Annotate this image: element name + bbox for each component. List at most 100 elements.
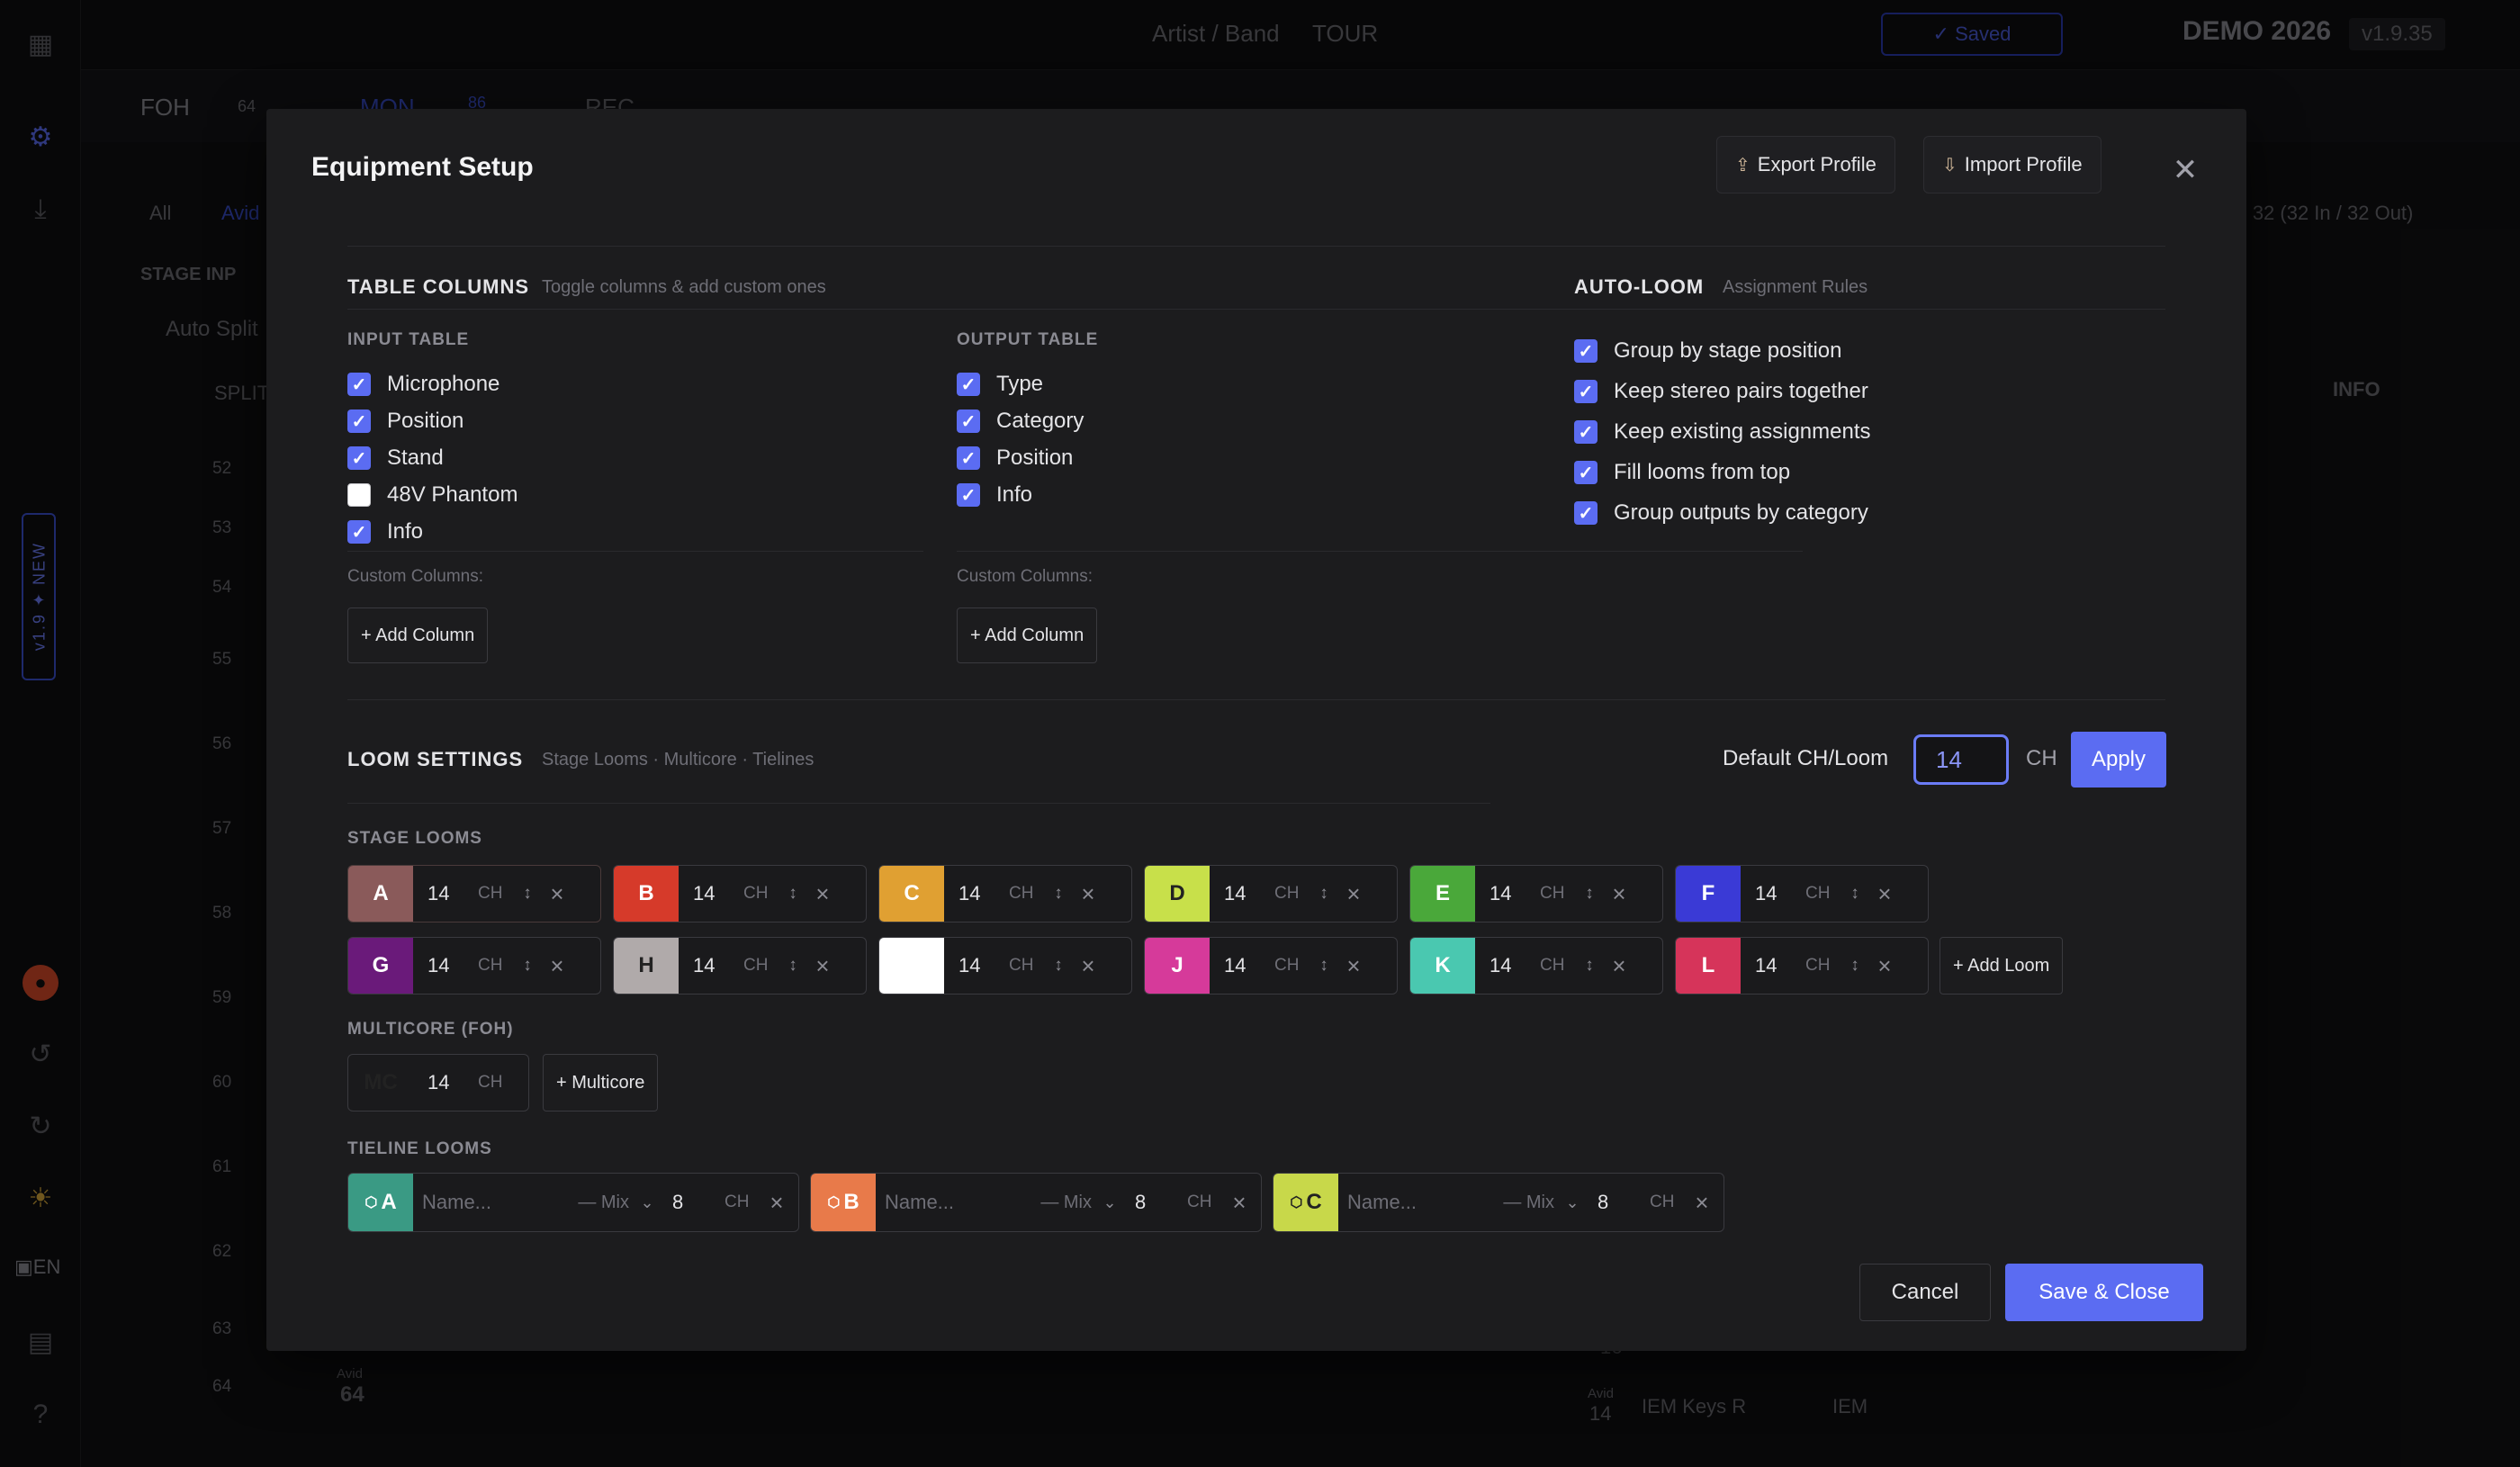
- stage-loom-c[interactable]: C 14 CH ↕ ×: [878, 865, 1132, 922]
- input-column-microphone[interactable]: ✓ Microphone: [347, 370, 500, 399]
- checkbox-checked-icon[interactable]: ✓: [1574, 380, 1598, 403]
- checkbox-checked-icon[interactable]: ✓: [347, 520, 371, 544]
- reorder-icon[interactable]: ↕: [1310, 884, 1337, 904]
- checkbox-checked-icon[interactable]: ✓: [347, 373, 371, 396]
- close-icon[interactable]: ✕: [2167, 152, 2203, 188]
- remove-loom-icon[interactable]: ×: [1603, 952, 1635, 980]
- loom-ch-input[interactable]: 14: [1224, 954, 1274, 977]
- tieline-mix-select[interactable]: — Mix: [1464, 1192, 1554, 1213]
- loom-color-swatch[interactable]: G: [348, 938, 413, 994]
- loom-ch-input[interactable]: 14: [1224, 882, 1274, 905]
- loom-ch-input[interactable]: 14: [1755, 954, 1805, 977]
- loom-ch-input[interactable]: 14: [693, 954, 743, 977]
- loom-color-swatch[interactable]: K: [1410, 938, 1475, 994]
- rule-group-by-stage[interactable]: ✓ Group by stage position: [1574, 337, 1842, 365]
- loom-ch-input[interactable]: 14: [428, 882, 478, 905]
- remove-loom-icon[interactable]: ×: [1868, 952, 1901, 980]
- rule-stereo-pairs[interactable]: ✓ Keep stereo pairs together: [1574, 377, 1868, 406]
- loom-color-swatch[interactable]: [879, 938, 944, 994]
- save-close-button[interactable]: Save & Close: [2005, 1264, 2203, 1321]
- loom-color-swatch[interactable]: H: [614, 938, 679, 994]
- loom-color-swatch[interactable]: J: [1145, 938, 1210, 994]
- output-column-type[interactable]: ✓ Type: [957, 370, 1043, 399]
- checkbox-checked-icon[interactable]: ✓: [1574, 501, 1598, 525]
- stage-loom-h[interactable]: H 14 CH ↕ ×: [613, 937, 867, 994]
- chevron-down-icon[interactable]: ⌄: [629, 1193, 665, 1212]
- loom-color-swatch[interactable]: D: [1145, 866, 1210, 922]
- tieline-mix-select[interactable]: — Mix: [539, 1192, 629, 1213]
- reorder-icon[interactable]: ↕: [514, 884, 541, 904]
- cancel-button[interactable]: Cancel: [1859, 1264, 1991, 1321]
- loom-ch-input[interactable]: 14: [1490, 954, 1540, 977]
- add-loom-button[interactable]: + Add Loom: [1940, 937, 2064, 994]
- checkbox-checked-icon[interactable]: ✓: [1574, 339, 1598, 363]
- rule-fill-from-top[interactable]: ✓ Fill looms from top: [1574, 458, 1790, 487]
- reorder-icon[interactable]: ↕: [1576, 956, 1603, 976]
- tieline-loom-c[interactable]: ⬡ C Name... — Mix ⌄ 8 CH ×: [1273, 1173, 1724, 1232]
- reorder-icon[interactable]: ↕: [514, 956, 541, 976]
- input-column-position[interactable]: ✓ Position: [347, 407, 464, 436]
- reorder-icon[interactable]: ↕: [779, 956, 806, 976]
- output-column-category[interactable]: ✓ Category: [957, 407, 1084, 436]
- input-column-info[interactable]: ✓ Info: [347, 518, 423, 546]
- stage-loom-b[interactable]: B 14 CH ↕ ×: [613, 865, 867, 922]
- checkbox-checked-icon[interactable]: ✓: [957, 410, 980, 433]
- remove-loom-icon[interactable]: ×: [1337, 952, 1370, 980]
- loom-ch-input[interactable]: 14: [1755, 882, 1805, 905]
- input-column-phantom[interactable]: 48V Phantom: [347, 481, 518, 509]
- chevron-down-icon[interactable]: ⌄: [1554, 1193, 1590, 1212]
- remove-tieline-icon[interactable]: ×: [1686, 1189, 1718, 1217]
- loom-ch-input[interactable]: 14: [958, 882, 1009, 905]
- checkbox-checked-icon[interactable]: ✓: [957, 373, 980, 396]
- export-profile-button[interactable]: ⇪ Export Profile: [1716, 136, 1895, 194]
- apply-button[interactable]: Apply: [2071, 732, 2166, 788]
- output-column-info[interactable]: ✓ Info: [957, 481, 1032, 509]
- checkbox-unchecked-icon[interactable]: [347, 483, 371, 507]
- stage-loom-blank[interactable]: 14 CH ↕ ×: [878, 937, 1132, 994]
- loom-color-swatch[interactable]: E: [1410, 866, 1475, 922]
- checkbox-checked-icon[interactable]: ✓: [347, 446, 371, 470]
- rule-group-outputs[interactable]: ✓ Group outputs by category: [1574, 499, 1868, 527]
- reorder-icon[interactable]: ↕: [779, 884, 806, 904]
- remove-loom-icon[interactable]: ×: [806, 952, 839, 980]
- reorder-icon[interactable]: ↕: [1576, 884, 1603, 904]
- loom-ch-input[interactable]: 14: [428, 954, 478, 977]
- stage-loom-k[interactable]: K 14 CH ↕ ×: [1409, 937, 1663, 994]
- tieline-color-swatch[interactable]: ⬡ B: [811, 1174, 876, 1231]
- reorder-icon[interactable]: ↕: [1045, 956, 1072, 976]
- chevron-down-icon[interactable]: ⌄: [1092, 1193, 1128, 1212]
- tieline-ch-input[interactable]: 8: [1590, 1191, 1650, 1214]
- checkbox-checked-icon[interactable]: ✓: [1574, 420, 1598, 444]
- multicore-swatch[interactable]: MC: [348, 1055, 413, 1111]
- remove-loom-icon[interactable]: ×: [1337, 880, 1370, 908]
- add-input-column-button[interactable]: + Add Column: [347, 608, 489, 663]
- loom-color-swatch[interactable]: A: [348, 866, 413, 922]
- tieline-mix-select[interactable]: — Mix: [1002, 1192, 1092, 1213]
- stage-loom-a[interactable]: A 14 CH ↕ ×: [347, 865, 601, 922]
- reorder-icon[interactable]: ↕: [1045, 884, 1072, 904]
- import-profile-button[interactable]: ⇩ Import Profile: [1923, 136, 2102, 194]
- remove-tieline-icon[interactable]: ×: [760, 1189, 793, 1217]
- tieline-loom-b[interactable]: ⬡ B Name... — Mix ⌄ 8 CH ×: [810, 1173, 1262, 1232]
- multicore-loom[interactable]: MC 14 CH: [347, 1054, 529, 1112]
- add-multicore-button[interactable]: + Multicore: [543, 1054, 659, 1112]
- checkbox-checked-icon[interactable]: ✓: [957, 483, 980, 507]
- remove-loom-icon[interactable]: ×: [541, 952, 573, 980]
- stage-loom-e[interactable]: E 14 CH ↕ ×: [1409, 865, 1663, 922]
- loom-color-swatch[interactable]: B: [614, 866, 679, 922]
- output-column-position[interactable]: ✓ Position: [957, 444, 1073, 472]
- loom-color-swatch[interactable]: F: [1676, 866, 1741, 922]
- reorder-icon[interactable]: ↕: [1310, 956, 1337, 976]
- tieline-loom-a[interactable]: ⬡ A Name... — Mix ⌄ 8 CH ×: [347, 1173, 799, 1232]
- stage-loom-l[interactable]: L 14 CH ↕ ×: [1675, 937, 1929, 994]
- tieline-ch-input[interactable]: 8: [1128, 1191, 1187, 1214]
- remove-loom-icon[interactable]: ×: [1072, 952, 1104, 980]
- add-output-column-button[interactable]: + Add Column: [957, 608, 1098, 663]
- remove-loom-icon[interactable]: ×: [1072, 880, 1104, 908]
- tieline-name-input[interactable]: Name...: [422, 1191, 539, 1214]
- stage-loom-j[interactable]: J 14 CH ↕ ×: [1144, 937, 1398, 994]
- loom-color-swatch[interactable]: L: [1676, 938, 1741, 994]
- multicore-ch-input[interactable]: 14: [428, 1071, 478, 1094]
- tieline-ch-input[interactable]: 8: [665, 1191, 724, 1214]
- reorder-icon[interactable]: ↕: [1841, 884, 1868, 904]
